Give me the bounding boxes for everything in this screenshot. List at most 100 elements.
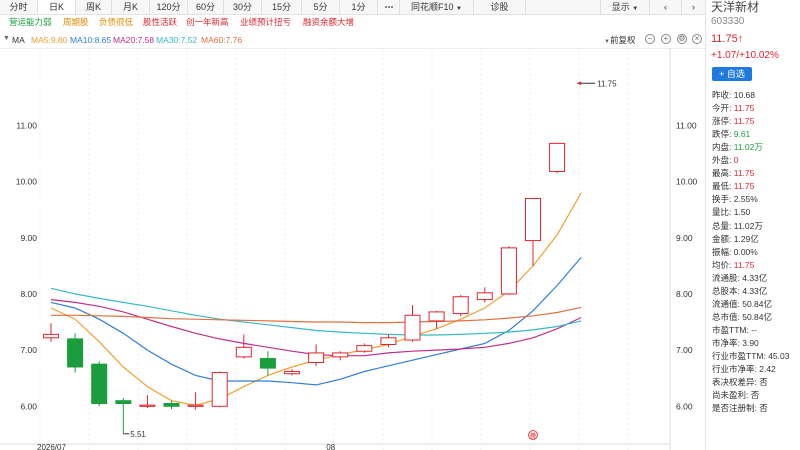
candle-body [308,352,325,363]
tab-1min[interactable]: 1分 [340,0,378,14]
zoom-in-icon[interactable]: + [661,34,671,44]
quote-stat-row: 市盈TTM: -- [712,325,757,335]
quote-stat-value: 4.33亿 [739,272,768,283]
y-tick-label: 8.00 [676,289,693,299]
quote-stat-value: 否 [756,377,768,388]
adjust-dropdown[interactable]: ▼前复权 [604,35,635,47]
ma-line-ma60 [51,306,582,324]
diagnose-button[interactable]: 诊股 [474,0,526,14]
quote-stat-label: 流通值: [712,298,740,309]
quote-stat-label: 换手: [712,194,732,205]
quote-stat-label: 行业市盈TTM: [712,351,766,361]
add-watchlist-button[interactable]: + 自选 [712,67,752,81]
candle-body [67,338,84,368]
f10-dropdown[interactable]: 同花顺F10 ▼ [400,0,474,14]
tab-5min[interactable]: 5分 [302,0,340,14]
candle-body [525,197,541,242]
nav-prev-button[interactable]: ‹ [650,0,682,14]
list-badge-label: 榜 [530,432,536,440]
tab-60min[interactable]: 60分 [188,0,224,14]
quote-stat-row: 外盘: 0 [712,155,738,165]
quote-stat-label: 流通股: [712,272,740,283]
quote-stat-value: 0 [731,155,739,166]
close-icon[interactable]: × [692,34,702,44]
tab-monthly-k[interactable]: 月K [112,0,150,14]
tag-turnaround[interactable]: 业绩预计扭亏 [240,17,291,28]
quote-stat-row: 总市值: 50.84亿 [712,312,772,322]
candle-body [356,345,373,352]
quote-stat-value: 否 [748,390,760,401]
ma-line-ma5 [50,192,582,406]
quote-stat-value: -- [748,324,757,335]
candle-body [428,311,445,322]
y-tick-label: 7.00 [676,345,693,355]
quote-stat-label: 总股本: [712,285,740,296]
tab-weekly-k[interactable]: 周K [76,0,112,14]
quote-stat-row: 均价: 11.75 [712,260,754,270]
more-periods-button[interactable] [378,0,400,14]
more-dots-icon [384,6,393,8]
quote-stat-label: 尚未盈利: [712,390,749,401]
y-tick-label: 10.00 [16,177,38,187]
quote-stat-label: 量比: [712,207,732,218]
quote-stat-value: 11.75 [731,103,755,114]
tab-120min[interactable]: 120分 [150,0,188,14]
candle-body [187,404,204,407]
stock-tags: 营运能力弱 周期股 负债很低 股性活跃 创一年新高 业绩预计扭亏 融资余额大增 [0,14,705,31]
tab-15min[interactable]: 15分 [262,0,302,14]
ma20-value: MA20:7.58 [113,35,155,45]
quote-stat-label: 总量: [712,220,732,231]
quote-stat-label: 外盘: [712,155,732,166]
nav-next-button[interactable]: › [682,0,705,14]
quote-stat-value: 11.02万 [731,142,763,153]
ma-collapse-icon[interactable]: ▼ [3,35,10,42]
tab-30min[interactable]: 30分 [224,0,262,14]
period-tab-bar: 分时 日K 周K 月K 120分 60分 30分 15分 5分 1分 同花顺F1… [0,0,705,15]
x-tick-label: 2026/07 [37,443,66,450]
quote-stat-row: 总量: 11.02万 [712,221,763,231]
quote-stat-row: 流通股: 4.33亿 [712,273,767,283]
zoom-out-icon[interactable]: − [645,34,655,44]
tag-new-high[interactable]: 创一年新高 [186,17,229,28]
ma10-value: MA10:8.65 [70,35,112,45]
candle-body [259,358,276,369]
quote-stat-value: 11.75 [731,168,755,179]
quote-stat-label: 是否注册制: [712,403,757,414]
f10-label: 同花顺F10 [411,2,454,12]
tag-margin-up[interactable]: 融资余额大增 [303,17,354,28]
ma-indicator-label[interactable]: MA [12,35,25,45]
quote-stat-row: 涨停: 11.75 [712,116,754,126]
quote-stat-value: 1.29亿 [731,233,759,244]
quote-stat-row: 最高: 11.75 [712,168,754,178]
quote-stat-row: 换手: 2.55% [712,194,758,204]
chevron-left-icon: ‹ [664,2,667,12]
tag-low-debt[interactable]: 负债很低 [99,17,133,28]
tab-daily-k[interactable]: 日K [38,0,76,14]
tag-cyclical[interactable]: 周期股 [63,17,89,28]
ma30-value: MA30:7.52 [156,35,198,45]
y-tick-label: 6.00 [676,401,693,411]
tag-weak-operation[interactable]: 营运能力弱 [9,17,52,28]
quote-panel: 天洋新材 603330 11.75↑ +1.07/+10.02% + 自选 昨收… [705,0,800,450]
quote-stat-value: 1.50 [731,207,751,218]
stock-change: +1.07/+10.02% [711,50,779,61]
settings-icon[interactable]: ⚙ [677,34,687,44]
candle-body [115,400,132,404]
tab-intraday[interactable]: 分时 [0,0,38,14]
y-tick-label: 6.00 [20,401,37,411]
x-tick-label: 08 [326,443,335,450]
stock-price: 11.75↑ [711,33,744,45]
kline-chart[interactable]: 11.00 10.00 9.00 8.00 7.00 6.00 11.00 10.00 9.0… [0,48,705,450]
display-dropdown[interactable]: 显示 ▼ [600,0,650,14]
quote-stat-row: 今开: 11.75 [712,103,754,113]
x-axis: 2026/07 08 [0,443,670,450]
quote-stat-row: 市净率: 3.90 [712,338,759,348]
y-tick-label: 8.00 [20,289,37,299]
tag-active[interactable]: 股性活跃 [143,17,177,28]
y-tick-label: 7.00 [20,345,37,355]
quote-stat-row: 昨收: 10.68 [712,90,755,100]
quote-stat-value: 10.68 [731,90,756,100]
quote-stat-value: 否 [756,403,768,414]
ma-legend-row: ▼ MA MA5:9.80 MA10:8.65 MA20:7.58 MA30:7… [0,31,705,49]
candle-body [284,370,300,375]
